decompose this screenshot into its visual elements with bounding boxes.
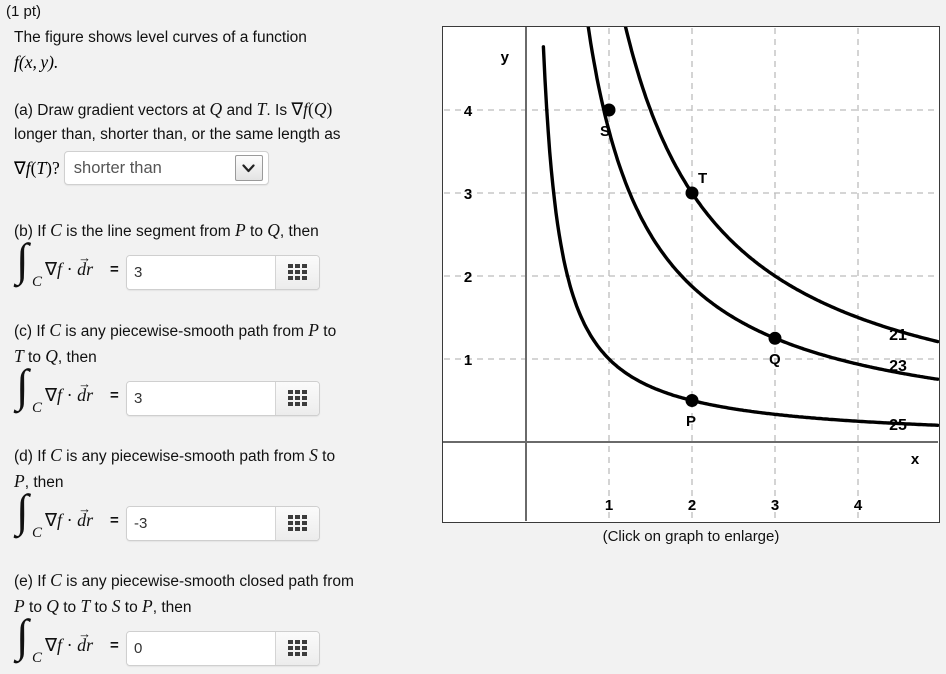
x-tick-4: 4 [854,497,863,514]
equals-sign: = [110,512,119,529]
part-e: (e) If C is any piecewise-smooth closed … [14,568,429,674]
part-e-prompt-line-1: (e) If C is any piecewise-smooth closed … [14,570,354,590]
line-integral-expression: ∫ C ∇f · → dr = [14,363,126,424]
graph-caption: (Click on graph to enlarge) [602,528,780,545]
points-label: (1 pt) [6,3,42,20]
part-d-prompt-line-2: P, then [14,471,64,491]
integral-subscript: C [32,650,43,666]
integral-integrand: ∇f · → dr [45,250,94,279]
part-b-answer-row: ∫ C ∇f · → dr = [14,237,429,298]
equals-sign: = [110,637,119,654]
point-label-S: S [600,123,610,140]
point-label-Q: Q [769,351,781,368]
comparison-select-value: shorter than [73,158,162,177]
curve-label-23: 23 [889,358,907,375]
y-tick-2: 2 [464,269,472,286]
point-S [602,103,616,117]
line-integral-expression: ∫ C ∇f · → dr = [14,613,126,674]
grid-icon [288,640,307,656]
part-d-answer-row: ∫ C ∇f · → dr = [14,488,429,549]
x-axis-label: x [911,451,920,468]
integral-integrand: ∇f · → dr [45,501,94,530]
intro-function: f(x, y). [14,52,59,72]
equals-sign: = [110,387,119,404]
y-tick-3: 3 [464,186,472,203]
equals-sign: = [110,261,119,278]
part-d: (d) If C is any piecewise-smooth path fr… [14,443,429,549]
numeric-keypad-button-c[interactable] [275,381,319,415]
part-c: (c) If C is any piecewise-smooth path fr… [14,318,429,424]
integral-subscript: C [32,274,43,290]
integral-subscript: C [32,400,43,416]
part-b: (b) If C is the line segment from P to Q… [14,218,429,298]
problem-intro: The figure shows level curves of a funct… [14,26,429,74]
answer-input-e[interactable] [127,631,275,665]
answer-box-d [126,505,320,541]
part-a: (a) Draw gradient vectors at Q and T. Is… [14,97,429,185]
line-integral-expression: ∫ C ∇f · → dr = [14,488,126,549]
part-e-answer-row: ∫ C ∇f · → dr = [14,613,429,674]
point-label-P: P [686,413,696,430]
part-a-prompt-line-1: (a) Draw gradient vectors at Q and T. Is… [14,99,333,119]
numeric-keypad-button-d[interactable] [275,506,319,540]
answer-box-e [126,630,320,666]
numeric-keypad-button-b[interactable] [275,255,319,289]
point-label-T: T [698,170,707,187]
answer-box-c [126,380,320,416]
part-c-answer-row: ∫ C ∇f · → dr = [14,363,429,424]
integral-sign: ∫ [16,610,29,661]
integral-integrand: ∇f · → dr [45,626,94,655]
chevron-down-icon[interactable] [234,155,263,181]
y-tick-1: 1 [464,352,472,369]
point-P [685,394,699,407]
grid-icon [288,515,307,531]
integral-sign: ∫ [16,360,29,411]
point-T [685,186,699,200]
x-tick-3: 3 [771,497,779,514]
answer-box-b [126,254,320,290]
curve-label-21: 21 [889,327,907,344]
part-c-prompt-line-1: (c) If C is any piecewise-smooth path fr… [14,320,337,340]
part-a-prompt-line-2: longer than, shorter than, or the same l… [14,126,341,143]
grid-icon [288,390,307,406]
part-b-prompt: (b) If C is the line segment from P to Q… [14,220,319,240]
level-curve-graph[interactable]: S T Q P 4 3 2 1 1 2 3 4 y x 21 23 25 [442,26,940,523]
part-c-prompt-line-2: T to Q, then [14,346,97,366]
x-tick-1: 1 [605,497,613,514]
y-tick-4: 4 [464,103,473,120]
integral-subscript: C [32,525,43,541]
graph-svg[interactable]: S T Q P 4 3 2 1 1 2 3 4 y x 21 23 25 [443,27,939,522]
comparison-select[interactable]: shorter than [63,151,269,185]
answer-input-b[interactable] [127,255,275,289]
integral-sign: ∫ [16,234,29,285]
part-d-prompt-line-1: (d) If C is any piecewise-smooth path fr… [14,445,336,465]
point-Q [768,331,782,345]
intro-line-1: The figure shows level curves of a funct… [14,29,307,46]
line-integral-expression: ∫ C ∇f · → dr = [14,237,126,298]
integral-integrand: ∇f · → dr [45,376,94,405]
x-tick-2: 2 [688,497,696,514]
answer-input-c[interactable] [127,381,275,415]
answer-input-d[interactable] [127,506,275,540]
part-a-prompt-line-3: ∇f(T)? [14,157,60,178]
grid-icon [288,264,307,280]
y-axis-label: y [501,49,510,66]
integral-sign: ∫ [16,485,29,536]
part-e-prompt-line-2: P to Q to T to S to P, then [14,596,192,616]
numeric-keypad-button-e[interactable] [275,631,319,665]
curve-label-25: 25 [889,417,907,434]
problem-column: (1 pt) The figure shows level curves of … [0,0,440,670]
